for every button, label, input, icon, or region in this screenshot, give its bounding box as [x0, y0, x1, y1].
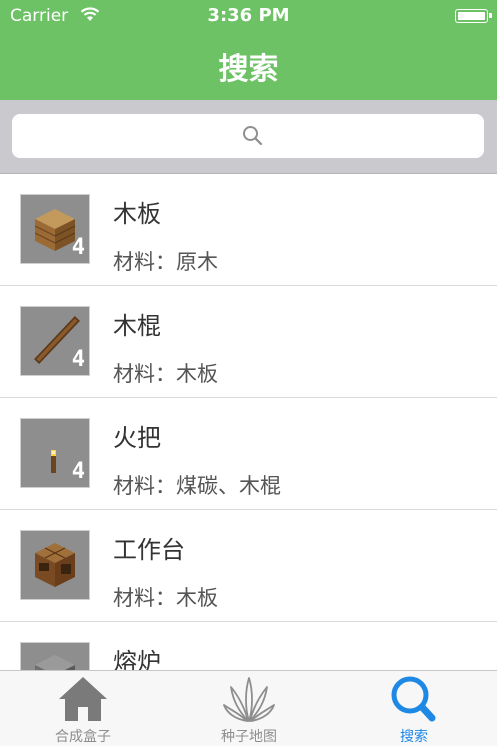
- battery-icon: [455, 9, 492, 23]
- furnace-icon: [20, 642, 90, 670]
- house-icon: [57, 675, 109, 727]
- item-materials: 材料：煤碳、木棍: [113, 474, 281, 498]
- stick-icon: 4: [20, 306, 90, 376]
- status-bar: Carrier 3:36 PM: [0, 0, 497, 32]
- tab-label: 合成盒子: [55, 729, 111, 745]
- item-materials: 材料：木板: [113, 586, 218, 610]
- item-name: 工作台: [113, 536, 185, 564]
- item-name: 熔炉: [113, 648, 161, 670]
- tab-bar: 合成盒子 种子地图 搜索: [0, 670, 497, 746]
- search-bar: [0, 100, 497, 174]
- tab-label: 种子地图: [221, 729, 277, 745]
- list-item[interactable]: 4 火把 材料：煤碳、木棍: [0, 398, 497, 510]
- tab-label: 搜索: [400, 729, 428, 745]
- search-input[interactable]: [12, 114, 484, 158]
- crafting-table-icon: [20, 530, 90, 600]
- item-name: 木棍: [113, 312, 161, 340]
- item-name: 木板: [113, 200, 161, 228]
- tab-search[interactable]: 搜索: [331, 671, 497, 747]
- page-title: 搜索: [218, 52, 279, 87]
- navigation-bar: 搜索: [0, 32, 497, 100]
- list-item[interactable]: 熔炉: [0, 622, 497, 670]
- item-name: 火把: [113, 424, 161, 452]
- search-icon: [388, 675, 440, 729]
- torch-icon: 4: [20, 418, 90, 488]
- result-list: 4 木板 材料：原木 4 木棍 材料：木板 4 火把 材料：煤碳、木棍 工作台 …: [0, 174, 497, 670]
- list-item[interactable]: 工作台 材料：木板: [0, 510, 497, 622]
- item-materials: 材料：原木: [113, 250, 218, 274]
- plant-icon: [223, 675, 275, 727]
- status-time: 3:36 PM: [207, 5, 290, 26]
- item-materials: 材料：木板: [113, 362, 218, 386]
- wood-planks-icon: 4: [20, 194, 90, 264]
- quantity-label: 4: [71, 459, 85, 484]
- list-item[interactable]: 4 木棍 材料：木板: [0, 286, 497, 398]
- quantity-label: 4: [71, 235, 85, 260]
- list-item[interactable]: 4 木板 材料：原木: [0, 174, 497, 286]
- quantity-label: 4: [71, 347, 85, 372]
- tab-seed-map[interactable]: 种子地图: [166, 671, 332, 747]
- search-icon: [242, 125, 264, 151]
- tab-crafting-box[interactable]: 合成盒子: [0, 671, 166, 747]
